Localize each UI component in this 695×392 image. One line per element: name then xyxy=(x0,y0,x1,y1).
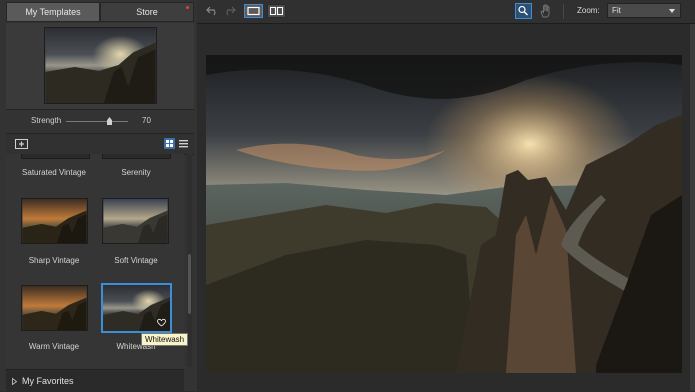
template-thumb-whitewash[interactable] xyxy=(101,283,172,333)
magnifier-icon[interactable] xyxy=(515,3,532,19)
strength-label: Strength xyxy=(31,116,62,125)
grid-view-icon[interactable] xyxy=(164,138,175,149)
single-view-icon[interactable] xyxy=(244,4,263,18)
tab-my-templates[interactable]: My Templates xyxy=(6,2,100,22)
hand-icon[interactable] xyxy=(540,4,552,18)
add-folder-icon[interactable] xyxy=(15,138,28,149)
template-thumb-warm-vintage[interactable] xyxy=(21,285,88,331)
my-favorites-label: My Favorites xyxy=(22,376,74,386)
redo-icon[interactable] xyxy=(223,6,236,16)
notification-dot xyxy=(186,6,189,9)
toolbar-divider xyxy=(563,4,564,19)
template-thumb-soft-vintage[interactable] xyxy=(102,198,169,244)
template-label-soft-vintage[interactable]: Soft Vintage xyxy=(95,256,177,265)
template-label-warm-vintage[interactable]: Warm Vintage xyxy=(13,342,95,351)
split-view-icon[interactable] xyxy=(267,4,286,18)
zoom-label: Zoom: xyxy=(577,6,600,15)
undo-icon[interactable] xyxy=(206,6,219,16)
template-preview-image xyxy=(44,27,157,104)
zoom-value: Fit xyxy=(612,6,621,15)
chevron-down-icon xyxy=(669,9,675,13)
templates-panel: My Templates Store Strength 70 Saturated… xyxy=(0,0,197,392)
tab-store[interactable]: Store xyxy=(100,2,194,22)
template-thumb-partial xyxy=(21,154,90,159)
list-view-icon[interactable] xyxy=(178,138,189,149)
panel-tabs: My Templates Store xyxy=(6,2,194,22)
template-tooltip: Whitewash xyxy=(141,333,189,346)
templates-toolbar xyxy=(6,133,194,155)
template-label-serenity[interactable]: Serenity xyxy=(95,168,177,177)
tab-store-label: Store xyxy=(136,7,158,17)
window-edge xyxy=(690,24,695,391)
strength-value: 70 xyxy=(142,116,151,125)
template-label-saturated-vintage[interactable]: Saturated Vintage xyxy=(13,168,95,177)
canvas-area xyxy=(197,24,695,391)
my-favorites-section[interactable]: My Favorites xyxy=(6,369,184,392)
zoom-select[interactable]: Fit xyxy=(607,3,681,18)
template-thumb-partial xyxy=(102,154,171,159)
tab-my-templates-label: My Templates xyxy=(25,7,81,17)
strength-control: Strength 70 xyxy=(6,110,194,132)
main-photo[interactable] xyxy=(206,55,682,373)
preview-area xyxy=(6,23,194,110)
template-label-sharp-vintage[interactable]: Sharp Vintage xyxy=(13,256,95,265)
strength-slider-track[interactable] xyxy=(66,121,128,122)
main-toolbar: Zoom: Fit xyxy=(197,0,695,24)
template-scrollbar-thumb[interactable] xyxy=(188,254,191,314)
chevron-right-icon xyxy=(12,378,17,385)
strength-slider-thumb[interactable] xyxy=(107,117,112,125)
template-thumb-sharp-vintage[interactable] xyxy=(21,198,88,244)
